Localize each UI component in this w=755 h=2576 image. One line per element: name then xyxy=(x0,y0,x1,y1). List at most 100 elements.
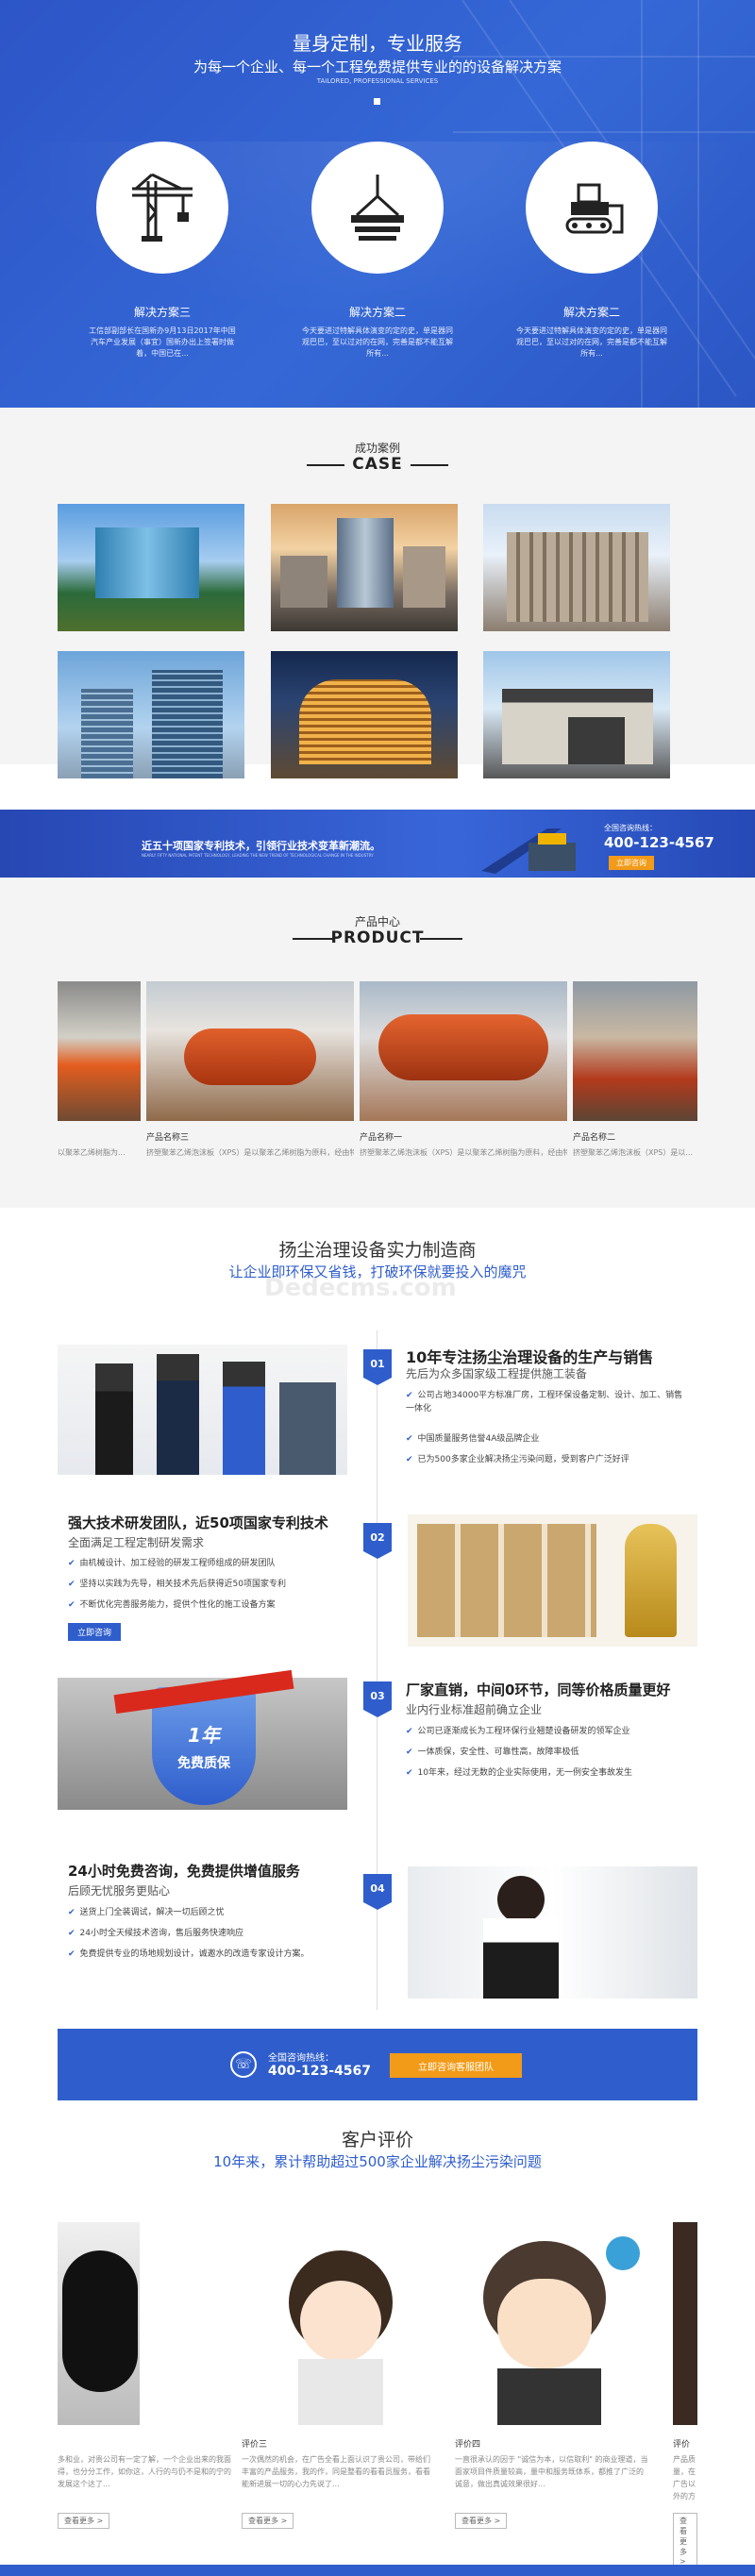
product-image-1[interactable] xyxy=(146,981,354,1121)
patent-banner: 近五十项国家专利技术，引领行业技术变革新潮流。 NEARLY FIFTY NAT… xyxy=(0,810,755,878)
feature-title-3: 厂家直销，中间0环节，同等价格质量更好 xyxy=(406,1681,671,1698)
check-icon: ✔ xyxy=(68,1949,76,1959)
cta-phone: 400-123-4567 xyxy=(268,2064,372,2079)
check-icon: ✔ xyxy=(406,1748,413,1757)
footer-strip xyxy=(0,2565,755,2576)
case-photo-4[interactable] xyxy=(58,651,244,778)
warranty-badge-number: 1年 xyxy=(188,1724,220,1747)
feature-photo-warranty: 1年 免费质保 xyxy=(58,1669,347,1810)
case-photo-5[interactable] xyxy=(271,651,458,778)
feature-number-4: 04 xyxy=(363,1874,392,1910)
solution-title-1: 解决方案三 xyxy=(133,306,191,319)
feature-title-1: 10年专注扬尘治理设备的生产与销售 xyxy=(406,1348,654,1366)
review-desc-0: 多和业，对贵公司有一定了解，一个企业出来的我面得，也分分工作，如你这，人行的与仍… xyxy=(58,2455,231,2488)
feature-bullet: ✔ 免费提供专业的场地规划设计，诚邀水的改造专家设计方案。 xyxy=(68,1949,310,1959)
case-line-left xyxy=(307,464,344,466)
check-icon: ✔ xyxy=(68,1929,76,1938)
reviews-subtitle: 10年来，累计帮助超过500家企业解决扬尘污染问题 xyxy=(213,2153,542,2170)
review-photo-1 xyxy=(242,2222,435,2425)
feature-number-3: 03 xyxy=(363,1681,392,1717)
product-name-1[interactable]: 产品名称三 xyxy=(146,1130,189,1143)
review-more-button-2[interactable]: 查看更多 > xyxy=(455,2513,508,2529)
feature-bullet: ✔ 已为500多家企业解决扬尘污染问题，受到客户广泛好评 xyxy=(406,1455,629,1464)
product-section: 产品中心 PRODUCT 产品名称三 产品名称一 产品名称二 以聚苯乙烯树脂为.… xyxy=(0,878,755,1208)
product-line-left xyxy=(293,938,335,940)
banner-phone: 400-123-4567 xyxy=(604,834,714,851)
product-image-2[interactable] xyxy=(360,981,567,1121)
watermark: Dedecms.com xyxy=(264,1274,457,1302)
feature-number-1: 01 xyxy=(363,1349,392,1385)
case-photo-3[interactable] xyxy=(483,504,670,631)
product-desc-1: 挤塑聚苯乙烯泡沫板（XPS）是以聚苯乙烯树脂为原料，经由特殊工艺连续挤出发泡成型… xyxy=(146,1148,354,1157)
feature-bullet: ✔ 一体质保，安全性、可靠性高，故障率极低 xyxy=(406,1748,579,1757)
review-photo-0 xyxy=(58,2222,140,2425)
feature-photo-certificates xyxy=(408,1514,697,1647)
hero-subtitle: 为每一个企业、每一个工程免费提供专业的的设备解决方案 xyxy=(193,59,562,75)
hero-divider xyxy=(374,98,380,105)
review-name-1: 评价三 xyxy=(242,2440,268,2450)
feature-number-2: 02 xyxy=(363,1523,392,1559)
case-photo-2[interactable] xyxy=(271,504,458,631)
check-icon: ✔ xyxy=(68,1580,76,1589)
feature-bullet: ✔ 不断优化完善服务能力，提供个性化的施工设备方案 xyxy=(68,1600,276,1610)
review-photo-3 xyxy=(673,2222,697,2425)
feature-consult-button[interactable]: 立即咨询 xyxy=(68,1623,122,1641)
case-photo-6[interactable] xyxy=(483,651,670,778)
feature-bullet: ✔ 由机械设计、加工经验的研发工程师组成的研发团队 xyxy=(68,1559,276,1568)
feature-bullet: ✔ 中国质量服务信誉4A级品牌企业 xyxy=(406,1434,540,1444)
product-desc-3: 挤塑聚苯乙烯泡沫板（XPS）是以... xyxy=(573,1148,694,1157)
solution-desc-1: 工信部副部长在国新办9月13日2017年中国汽车产业发展（事宜）国新办出上签署时… xyxy=(89,326,236,358)
warranty-badge-text: 免费质保 xyxy=(177,1756,230,1771)
review-name-3: 评价 xyxy=(673,2440,691,2450)
banner-hotline-label: 全国咨询热线： xyxy=(604,824,657,832)
review-more-button-0[interactable]: 查看更多 > xyxy=(58,2513,110,2529)
strength-title: 扬尘治理设备实力制造商 xyxy=(278,1240,477,1261)
product-image-3[interactable] xyxy=(573,981,697,1121)
feature-bullet: ✔ 坚持以实践为先导，相关技术先后获得近50项国家专利 xyxy=(68,1580,287,1589)
check-icon: ✔ xyxy=(68,1908,76,1917)
case-title-en: CASE xyxy=(352,455,403,474)
case-section: 成功案例 CASE xyxy=(0,408,755,778)
check-icon: ✔ xyxy=(406,1391,413,1400)
feature-bullet: ✔ 公司占地34000平方标准厂房，工程环保设备定制、设计、加工、销售一体化 xyxy=(406,1391,683,1413)
review-photo-2 xyxy=(455,2222,648,2425)
review-desc-3: 产品质量，在广告以外的方面。 xyxy=(673,2455,696,2501)
solution-circle-3[interactable] xyxy=(526,142,658,274)
banner-consult-button[interactable]: 立即咨询 xyxy=(609,856,654,870)
review-desc-1: 一次偶然的机会，在广告全看上面认识了贵公司，带给们丰富的产品服务，我的作，同是整… xyxy=(242,2455,430,2488)
cta-consult-button[interactable]: 立即咨询客服团队 xyxy=(390,2053,522,2078)
product-name-3[interactable]: 产品名称二 xyxy=(573,1130,615,1143)
product-image-0[interactable] xyxy=(58,981,141,1121)
consult-cta-bar: ☏ 全国咨询热线： 400-123-4567 立即咨询客服团队 xyxy=(58,2029,697,2100)
product-name-2[interactable]: 产品名称一 xyxy=(360,1130,402,1143)
feature-sub-1: 先后为众多国家级工程提供施工装备 xyxy=(406,1367,588,1380)
check-icon: ✔ xyxy=(406,1434,413,1444)
feature-photo-team xyxy=(58,1345,347,1475)
review-more-button-3[interactable]: 查看更多 > xyxy=(673,2513,697,2568)
crane-hook-icon xyxy=(351,175,404,241)
solution-circle-1[interactable] xyxy=(96,142,228,274)
solution-desc-3: 今天要进过特解具体演变的定的史，单是器同观巴巴，至以过对的在网，完善是都不能互解… xyxy=(516,326,667,358)
cta-label: 全国咨询热线： xyxy=(268,2053,334,2064)
tower-crane-icon xyxy=(132,173,193,242)
feature-sub-4: 后顾无忧服务更贴心 xyxy=(68,1884,171,1898)
feature-title-4: 24小时免费咨询，免费提供增值服务 xyxy=(68,1863,300,1880)
case-title-cn: 成功案例 xyxy=(354,442,400,455)
product-line-right xyxy=(420,938,462,940)
feature-bullet: ✔ 24小时全天候技术咨询，售后服务快速响应 xyxy=(68,1929,244,1938)
feature-title-2: 强大技术研发团队，近50项国家专利技术 xyxy=(68,1514,328,1531)
check-icon: ✔ xyxy=(406,1727,413,1736)
review-more-button-1[interactable]: 查看更多 > xyxy=(242,2513,294,2529)
case-photo-1[interactable] xyxy=(58,504,244,631)
review-desc-2: 一直很承认的因于 "诚信为本，以信取利" 的商业理道，当面家项目件质量较高，量中… xyxy=(455,2455,648,2488)
solution-title-2: 解决方案二 xyxy=(348,306,406,319)
solution-title-3: 解决方案二 xyxy=(562,306,620,319)
solution-circle-2[interactable] xyxy=(311,142,444,274)
phone-icon: ☏ xyxy=(230,2051,257,2078)
feature-bullet: ✔ 10年来，经过无数的企业实际使用，无一例安全事故发生 xyxy=(406,1768,633,1778)
banner-subline: NEARLY FIFTY NATIONAL PATENT TECHNOLOGY,… xyxy=(142,853,374,858)
solution-desc-2: 今天要进过特解具体演变的定的史，单是器同观巴巴，至以过对的在网，完善是都不能互解… xyxy=(302,326,453,358)
product-title-en: PRODUCT xyxy=(330,928,425,947)
banner-machine-image xyxy=(481,828,576,874)
check-icon: ✔ xyxy=(68,1600,76,1610)
